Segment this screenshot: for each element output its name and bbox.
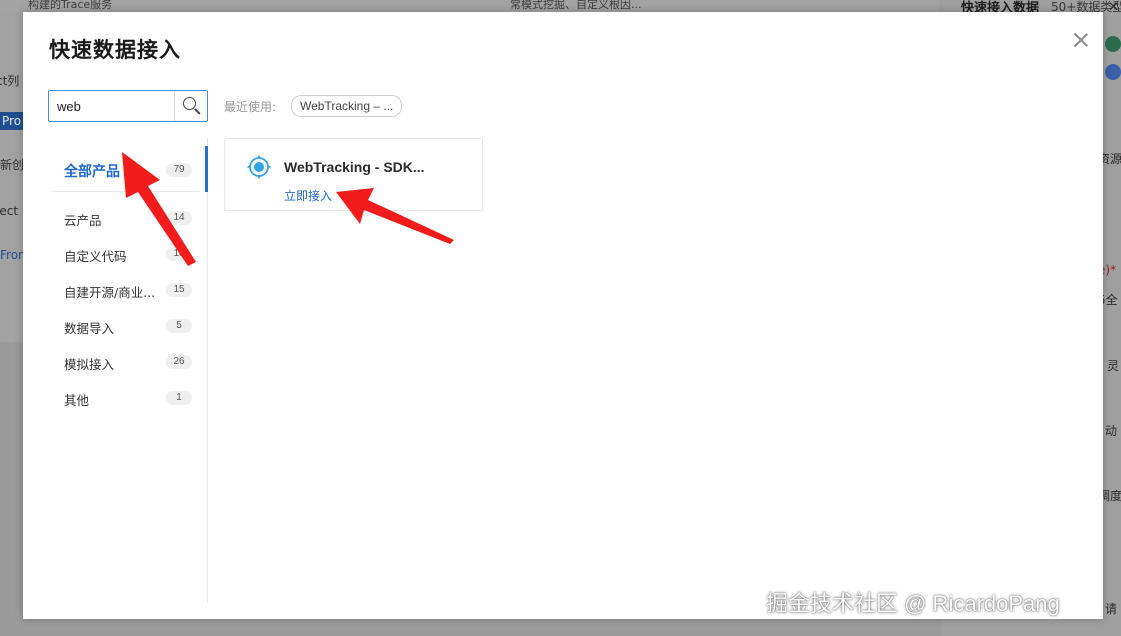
category-simulated-access[interactable]: 模拟接入 26 [52,348,192,376]
category-count-badge: 5 [166,319,192,333]
category-data-import[interactable]: 数据导入 5 [52,312,192,340]
category-other[interactable]: 其他 1 [52,384,192,412]
quick-data-access-modal: 快速数据接入 最近使用: WebTracking – ... 全部产品 79 云… [23,12,1103,619]
category-custom-code[interactable]: 自定义代码 18 [52,240,192,268]
watermark: 掘金技术社区 @ RicardoPang [766,591,1060,616]
search-input[interactable] [49,91,174,121]
category-label: 云产品 [64,213,102,228]
result-card-webtracking[interactable]: WebTracking - SDK... 立即接入 [224,138,483,211]
background-right-text: 请 [1105,602,1118,616]
background-left-item: 新创 [0,158,24,172]
background-right-text: 动 [1105,424,1118,438]
active-category-indicator [205,146,208,192]
background-right-text: 灵 [1107,359,1120,373]
category-label: 自建开源/商业... [64,285,156,300]
background-app-icon [1105,36,1121,52]
category-count-badge: 14 [166,211,192,225]
category-count-badge: 26 [166,355,192,369]
category-label: 自定义代码 [64,249,127,264]
close-icon[interactable] [1071,30,1091,50]
category-self-built[interactable]: 自建开源/商业... 15 [52,276,192,304]
search-button[interactable] [174,91,207,121]
category-label: 全部产品 [64,164,120,180]
category-label: 数据导入 [64,321,115,336]
category-all-products[interactable]: 全部产品 79 [52,156,192,184]
background-left-item: ct列 [0,74,20,88]
target-icon [247,155,271,179]
category-label: 模拟接入 [64,357,115,372]
modal-title: 快速数据接入 [49,38,181,62]
category-count-badge: 15 [166,283,192,297]
result-card-title: WebTracking - SDK... [284,159,425,175]
recent-chip-webtracking[interactable]: WebTracking – ... [291,95,403,117]
background-left-item: ject [0,204,19,218]
search-box [48,90,208,122]
background-left-item: Front [0,248,24,262]
category-count-badge: 79 [166,163,192,177]
background-top-cell: 构建的Trace服务 [28,0,113,11]
category-label: 其他 [64,393,90,408]
category-cloud-products[interactable]: 云产品 14 [52,204,192,232]
background-left-item: Pro [0,112,24,130]
recent-used-label: 最近使用: [224,100,277,114]
category-count-badge: 1 [166,391,192,405]
category-count-badge: 18 [166,247,192,261]
background-left-list: ct列 Pro 新创 ject Front [0,12,24,342]
background-top-bar: 构建的Trace服务 常模式挖掘、自定义根因... [0,0,940,12]
sidebar-divider [207,138,208,602]
background-top-cell: 常模式挖掘、自定义根因... [510,0,642,11]
background-close-icon: ✕ [1108,0,1119,15]
connect-now-link[interactable]: 立即接入 [284,187,332,204]
background-k8s-icon [1105,64,1121,80]
category-divider [52,191,200,192]
